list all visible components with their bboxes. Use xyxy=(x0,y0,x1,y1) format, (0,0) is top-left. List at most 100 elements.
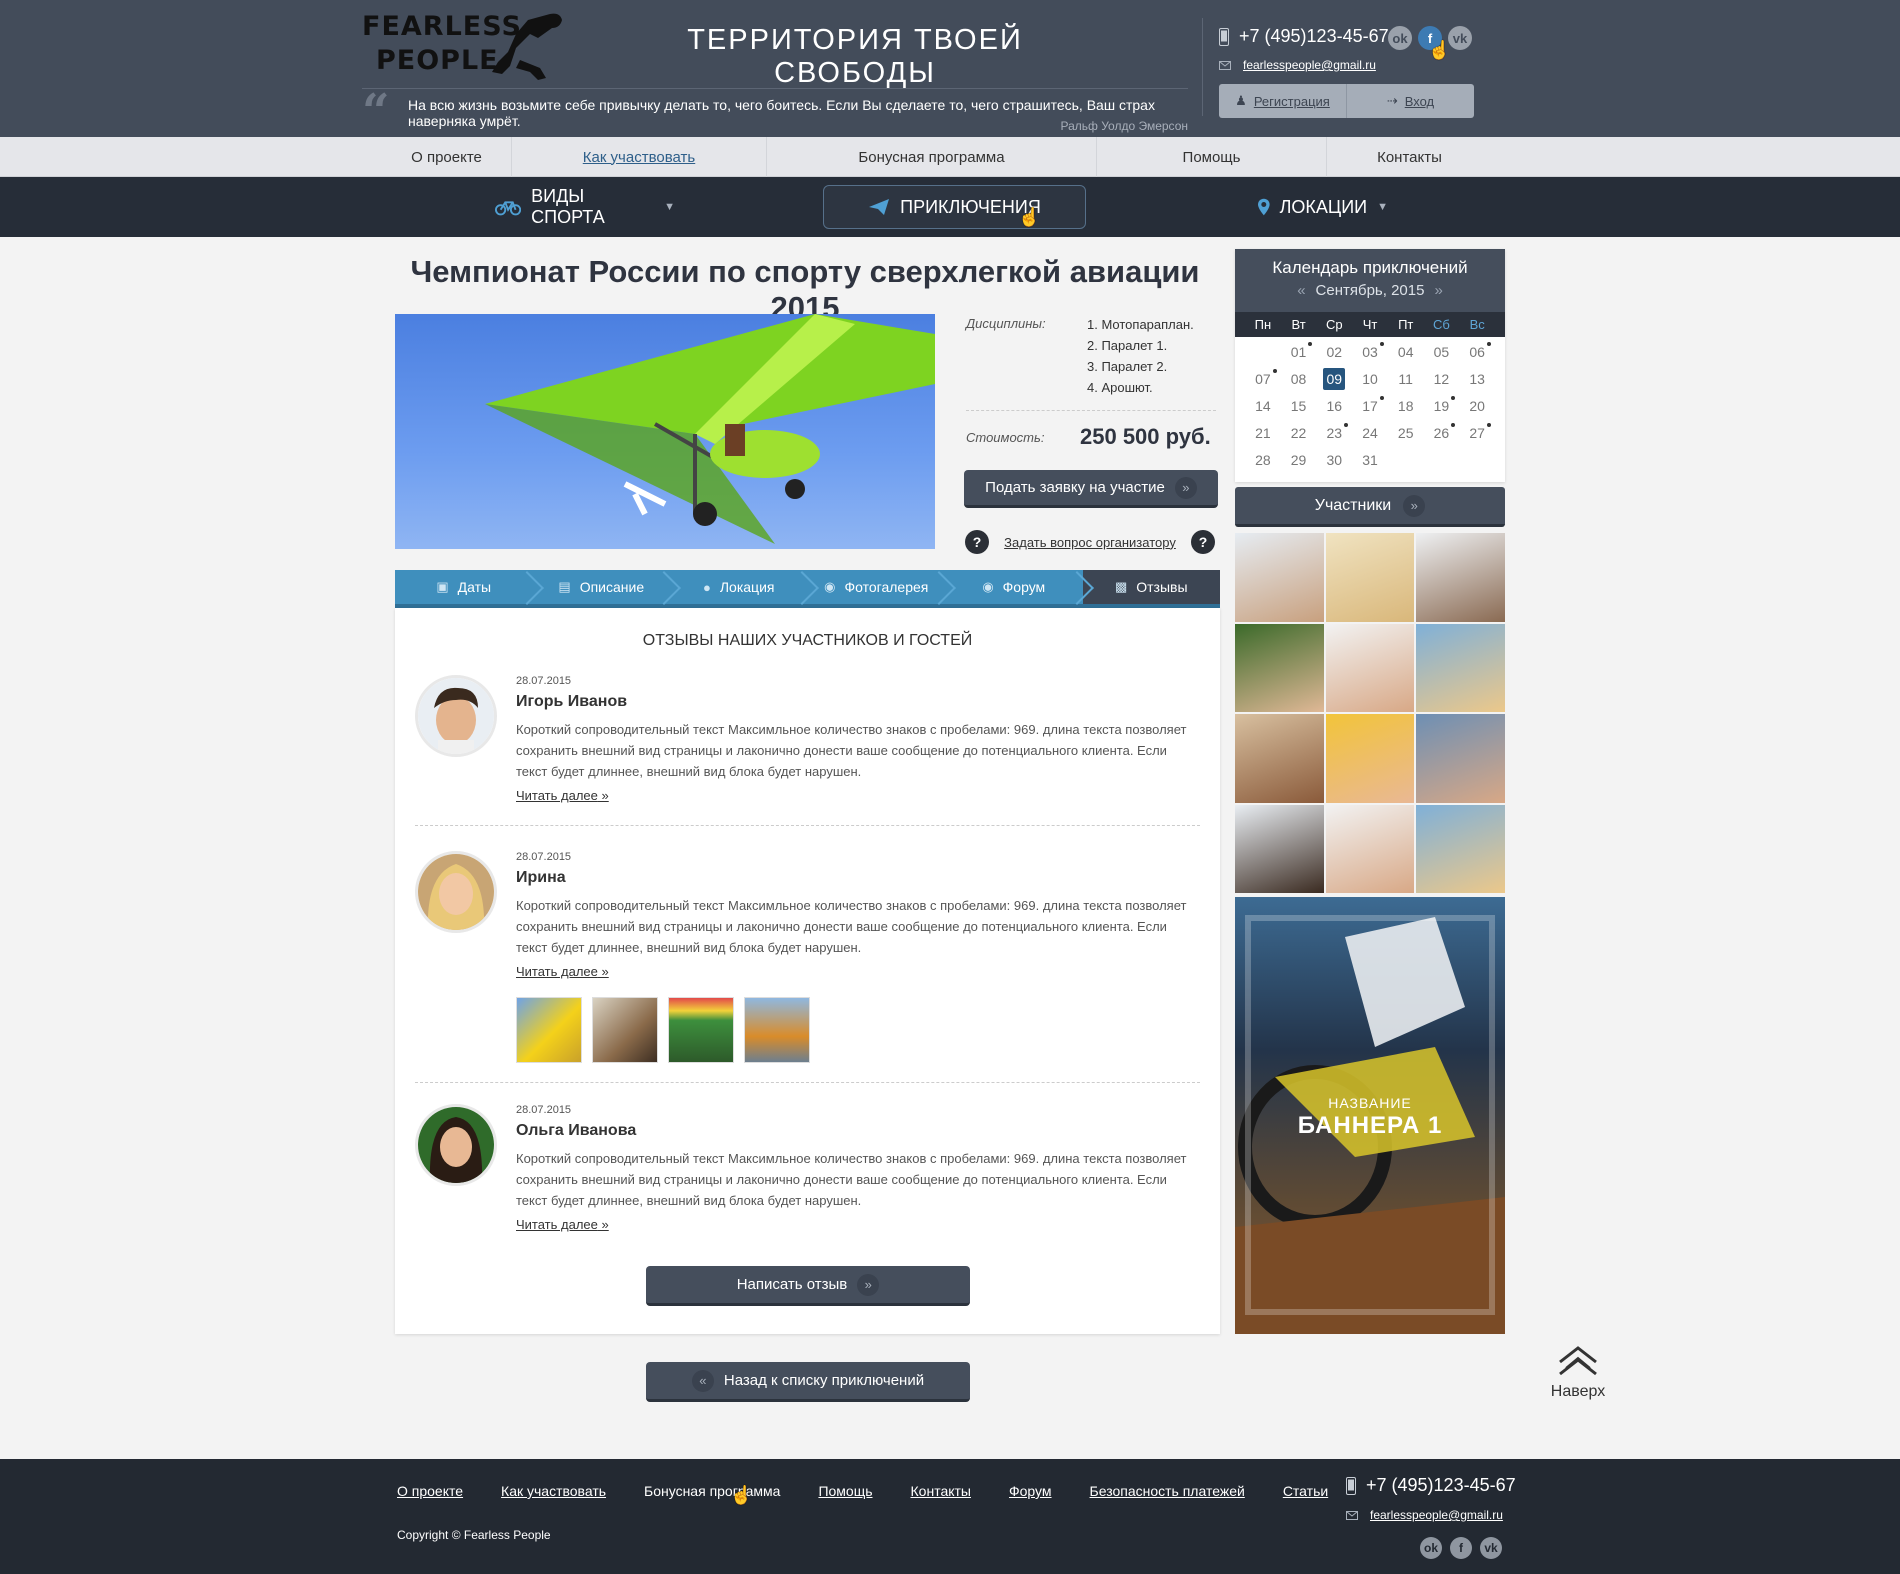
promo-banner[interactable]: НАЗВАНИЕ БАННЕРА 1 xyxy=(1235,897,1505,1334)
calendar-day[interactable]: 25 xyxy=(1388,422,1424,444)
header-phone: +7 (495)123-45-67 xyxy=(1219,26,1389,47)
participant-photo[interactable] xyxy=(1325,804,1415,893)
header-email-link[interactable]: fearlesspeople@gmail.ru xyxy=(1243,58,1376,72)
topnav-item-how[interactable]: Как участвовать xyxy=(512,137,767,177)
category-sports[interactable]: ВИДЫ СПОРТА ▼ xyxy=(495,185,675,229)
category-locations[interactable]: ЛОКАЦИИ ▼ xyxy=(1258,185,1388,229)
calendar-day[interactable]: 31 xyxy=(1352,449,1388,471)
review-photo-thumb[interactable] xyxy=(744,997,810,1063)
calendar-day[interactable]: 18 xyxy=(1388,395,1424,417)
user-icon: ♟ xyxy=(1235,93,1247,108)
calendar-next-button[interactable]: » xyxy=(1434,282,1442,299)
review-author: Игорь Иванов xyxy=(516,693,628,710)
participants-label: Участники xyxy=(1314,496,1392,514)
calendar-day[interactable]: 28 xyxy=(1245,449,1281,471)
tab-reviews[interactable]: ▩ Отзывы xyxy=(1082,570,1220,604)
calendar-day[interactable]: 08 xyxy=(1281,368,1317,390)
calendar-day[interactable]: 13 xyxy=(1459,368,1495,390)
calendar-prev-button[interactable]: « xyxy=(1297,282,1305,299)
calendar-day[interactable]: 30 xyxy=(1316,449,1352,471)
participant-photo[interactable] xyxy=(1325,533,1415,622)
calendar-day[interactable]: 12 xyxy=(1424,368,1460,390)
participant-photo[interactable] xyxy=(1416,804,1505,893)
read-more-link[interactable]: Читать далее » xyxy=(516,788,609,803)
participant-photo[interactable] xyxy=(1235,804,1324,893)
facebook-icon[interactable]: f xyxy=(1450,1537,1472,1559)
review-photo-thumb[interactable] xyxy=(592,997,658,1063)
chevron-down-icon: ▼ xyxy=(1377,201,1388,213)
calendar-day[interactable]: 03 xyxy=(1352,341,1388,363)
calendar-day[interactable]: 23 xyxy=(1316,422,1352,444)
participant-photo[interactable] xyxy=(1416,623,1505,712)
topnav-item-contacts[interactable]: Контакты xyxy=(1327,137,1492,177)
footer-link-forum[interactable]: Форум xyxy=(1009,1483,1052,1499)
calendar-day[interactable]: 26 xyxy=(1424,422,1460,444)
vk-icon[interactable]: vk xyxy=(1480,1537,1502,1559)
participant-photo[interactable] xyxy=(1235,623,1324,712)
tab-description[interactable]: ▤ Описание xyxy=(533,570,671,604)
footer-email-link[interactable]: fearlesspeople@gmail.ru xyxy=(1370,1508,1503,1522)
calendar-day[interactable]: 17 xyxy=(1352,395,1388,417)
vk-icon[interactable]: vk xyxy=(1448,26,1472,50)
footer-link-help[interactable]: Помощь xyxy=(818,1483,872,1499)
read-more-link[interactable]: Читать далее » xyxy=(516,1217,609,1232)
participant-photo[interactable] xyxy=(1235,533,1324,622)
category-adventures[interactable]: ПРИКЛЮЧЕНИЯ xyxy=(823,185,1086,229)
participant-photo[interactable] xyxy=(1416,533,1505,622)
participants-button[interactable]: Участники » xyxy=(1235,487,1505,527)
review-photo-thumb[interactable] xyxy=(516,997,582,1063)
odnoklassniki-icon[interactable]: ok xyxy=(1420,1537,1442,1559)
odnoklassniki-icon[interactable]: ok xyxy=(1388,26,1412,50)
calendar-day[interactable]: 06 xyxy=(1459,341,1495,363)
tab-forum[interactable]: ◉ Форум xyxy=(945,570,1083,604)
calendar-day[interactable]: 04 xyxy=(1388,341,1424,363)
calendar-day[interactable]: 10 xyxy=(1352,368,1388,390)
calendar-day[interactable]: 09 xyxy=(1316,368,1352,390)
review-photo-thumb[interactable] xyxy=(668,997,734,1063)
topnav-item-about[interactable]: О проекте xyxy=(382,137,512,177)
mouse-cursor-icon: ☝ xyxy=(1018,207,1041,227)
auth-bar: ♟ Регистрация ⇢ Вход xyxy=(1219,84,1474,118)
participant-photo[interactable] xyxy=(1235,714,1324,803)
participant-photo[interactable] xyxy=(1325,623,1415,712)
calendar-day[interactable]: 05 xyxy=(1424,341,1460,363)
site-slogan: ТЕРРИТОРИЯ ТВОЕЙ СВОБОДЫ xyxy=(687,24,1023,89)
tab-dates[interactable]: ▣ Даты xyxy=(395,570,533,604)
event-hero-image xyxy=(395,314,935,549)
calendar-day[interactable]: 15 xyxy=(1281,395,1317,417)
participant-photo[interactable] xyxy=(1325,714,1415,803)
calendar-day[interactable]: 02 xyxy=(1316,341,1352,363)
footer-link-about[interactable]: О проекте xyxy=(397,1483,463,1499)
footer-link-payment-security[interactable]: Безопасность платежей xyxy=(1090,1483,1245,1499)
back-to-top-button[interactable]: Наверх xyxy=(1548,1344,1608,1401)
calendar-day[interactable]: 29 xyxy=(1281,449,1317,471)
calendar-day[interactable]: 21 xyxy=(1245,422,1281,444)
calendar-day[interactable]: 01 xyxy=(1281,341,1317,363)
write-review-button[interactable]: Написать отзыв » xyxy=(646,1266,970,1306)
calendar-day[interactable]: 20 xyxy=(1459,395,1495,417)
calendar-day[interactable]: 24 xyxy=(1352,422,1388,444)
register-button[interactable]: ♟ Регистрация xyxy=(1219,84,1346,118)
calendar-day[interactable]: 07 xyxy=(1245,368,1281,390)
footer-link-how[interactable]: Как участвовать xyxy=(501,1483,606,1499)
topnav-item-bonus[interactable]: Бонусная программа xyxy=(767,137,1097,177)
calendar-day[interactable]: 11 xyxy=(1388,368,1424,390)
footer-link-bonus[interactable]: Бонусная программа xyxy=(644,1483,780,1499)
calendar-day[interactable]: 16 xyxy=(1316,395,1352,417)
topnav-item-help[interactable]: Помощь xyxy=(1097,137,1327,177)
apply-button[interactable]: Подать заявку на участие » xyxy=(964,470,1218,508)
calendar-day[interactable]: 22 xyxy=(1281,422,1317,444)
back-to-list-button[interactable]: « Назад к списку приключений xyxy=(646,1362,970,1402)
login-button[interactable]: ⇢ Вход xyxy=(1346,84,1474,118)
read-more-link[interactable]: Читать далее » xyxy=(516,964,609,979)
tab-gallery[interactable]: ◉ Фотогалерея xyxy=(808,570,946,604)
logo[interactable]: FEARLESS PEOPLE xyxy=(362,10,570,82)
footer-link-contacts[interactable]: Контакты xyxy=(911,1483,971,1499)
calendar-day[interactable]: 14 xyxy=(1245,395,1281,417)
participant-photo[interactable] xyxy=(1416,714,1505,803)
calendar-day[interactable]: 19 xyxy=(1424,395,1460,417)
tab-location[interactable]: ● Локация xyxy=(670,570,808,604)
ask-organizer-link[interactable]: Задать вопрос организатору xyxy=(1004,535,1176,550)
footer-link-articles[interactable]: Статьи xyxy=(1283,1483,1328,1499)
calendar-day[interactable]: 27 xyxy=(1459,422,1495,444)
